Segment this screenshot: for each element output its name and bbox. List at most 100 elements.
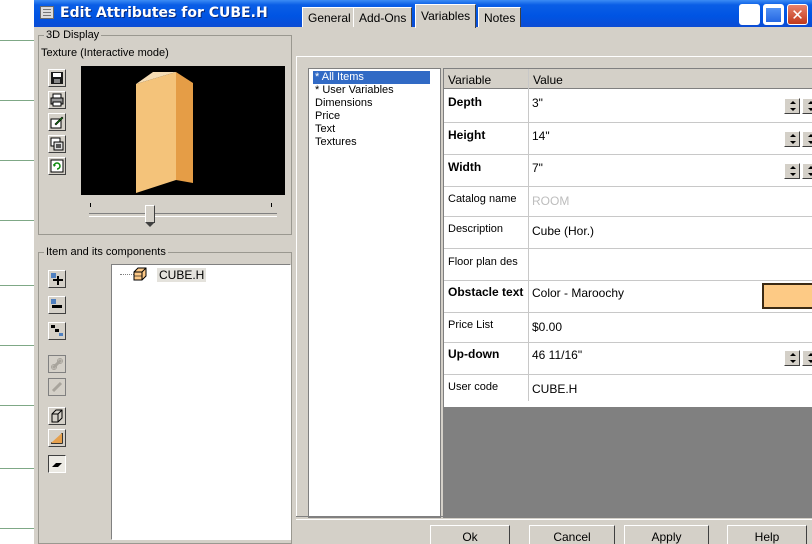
variable-name: User code [448,381,499,393]
grid-header: Variable Value [444,69,812,89]
variable-value: ROOM [532,194,570,208]
category-dimensions[interactable]: Dimensions [313,97,374,110]
variable-name: Width [448,160,482,174]
corner-view-button[interactable] [48,429,66,447]
slider-tick [271,203,272,207]
spinner-button[interactable] [802,131,812,147]
print-button[interactable] [48,91,66,109]
minimize-button[interactable] [739,4,760,25]
table-row[interactable]: Width 7" [444,155,812,187]
component-tree-button[interactable] [48,322,66,340]
background-line [0,100,34,101]
zoom-slider-thumb[interactable] [145,205,155,227]
link-icon [51,358,63,370]
printer-icon [50,93,64,107]
copy-view-button[interactable] [48,135,66,153]
app-icon [40,6,54,19]
obstacle-color-swatch[interactable] [762,283,812,309]
add-component-button[interactable] [48,270,66,288]
box-view-button[interactable] [48,407,66,425]
spinner-button[interactable] [784,131,800,147]
window-title: Edit Attributes for CUBE.H [60,5,268,21]
variable-name: Floor plan des [448,256,518,268]
variable-name: Catalog name [448,193,517,205]
table-row[interactable]: Up-down 46 11/16" [444,343,812,375]
unlink-icon [51,381,63,393]
apply-button[interactable]: Apply [624,525,709,544]
display-mode-label: Texture (Interactive mode) [41,47,169,59]
variable-category-list[interactable]: * All Items * User Variables Dimensions … [308,68,441,518]
variable-name: Price List [448,319,494,331]
background-line [0,220,34,221]
tab-notes[interactable]: Notes [478,7,522,27]
component-tree[interactable]: CUBE.H [111,264,291,540]
table-row[interactable]: Depth 3" [444,89,812,123]
category-text[interactable]: Text [313,123,337,136]
tab-add-ons[interactable]: Add-Ons [353,7,413,27]
cube-render [136,72,193,193]
category-user-variables[interactable]: * User Variables [313,84,396,97]
refresh-icon [50,159,64,173]
variable-value[interactable]: Cube (Hor.) [532,224,594,238]
column-header-value[interactable]: Value [533,73,563,87]
tab-variables[interactable]: Variables [415,4,477,28]
zoom-slider-track[interactable] [89,213,277,217]
cube-front-face [136,72,176,193]
variable-value[interactable]: $0.00 [532,320,562,334]
category-price[interactable]: Price [313,110,342,123]
variable-name: Description [448,223,504,235]
panel-icon [52,463,62,467]
refresh-button[interactable] [48,157,66,175]
spinner-button[interactable] [784,163,800,179]
variable-grid-body: Variable Value Depth 3" Height 14" Width… [444,69,812,407]
add-icon [51,273,63,285]
copy-view-icon [50,137,64,151]
category-all-items[interactable]: * All Items [313,71,430,84]
table-row[interactable]: Height 14" [444,123,812,155]
spinner-button[interactable] [802,98,812,114]
link-button[interactable] [48,355,66,373]
minimize-icon [740,5,759,24]
help-button[interactable]: Help [727,525,807,544]
table-row[interactable]: User code CUBE.H [444,375,812,407]
variable-value[interactable]: 7" [532,161,543,175]
edit-properties-icon [50,116,64,129]
maximize-button[interactable] [763,4,784,25]
unlink-button[interactable] [48,378,66,396]
column-header-variable[interactable]: Variable [448,73,491,87]
background-line [0,528,34,529]
spinner-button[interactable] [784,350,800,366]
table-row[interactable]: Description Cube (Hor.) [444,217,812,249]
slider-tick [90,203,91,207]
tree-item-cube[interactable]: CUBE.H [157,268,207,282]
edit-attributes-dialog: Edit Attributes for CUBE.H ✕ 3D Display … [34,0,812,544]
table-row[interactable]: Price List $0.00 [444,313,812,343]
properties-button[interactable] [48,113,66,131]
variable-value[interactable]: 46 11/16" [532,348,582,362]
ok-button[interactable]: Ok [430,525,510,544]
button-separator [296,516,812,520]
variable-value[interactable]: 14" [532,129,550,143]
spinner-button[interactable] [784,98,800,114]
table-row[interactable]: Catalog name ROOM [444,187,812,217]
variable-name: Obstacle text [448,285,524,299]
table-row[interactable]: Obstacle text Color - Maroochy [444,281,812,313]
save-view-button[interactable] [48,69,66,87]
variable-name: Height [448,128,486,142]
variable-value[interactable]: CUBE.H [532,382,577,396]
close-button[interactable]: ✕ [787,4,808,25]
variable-value[interactable]: 3" [532,96,543,110]
background-line [0,285,34,286]
table-row[interactable]: Floor plan des [444,249,812,281]
3d-preview-viewport[interactable] [81,66,285,195]
tab-general[interactable]: General [302,7,357,27]
category-textures[interactable]: Textures [313,136,359,149]
spinner-button[interactable] [802,350,812,366]
spinner-button[interactable] [802,163,812,179]
floppy-icon [51,72,63,84]
variable-value[interactable]: Color - Maroochy [532,286,624,300]
cancel-button[interactable]: Cancel [529,525,615,544]
remove-component-button[interactable] [48,296,66,314]
variable-name: Depth [448,95,482,109]
panel-view-button[interactable] [48,455,66,473]
